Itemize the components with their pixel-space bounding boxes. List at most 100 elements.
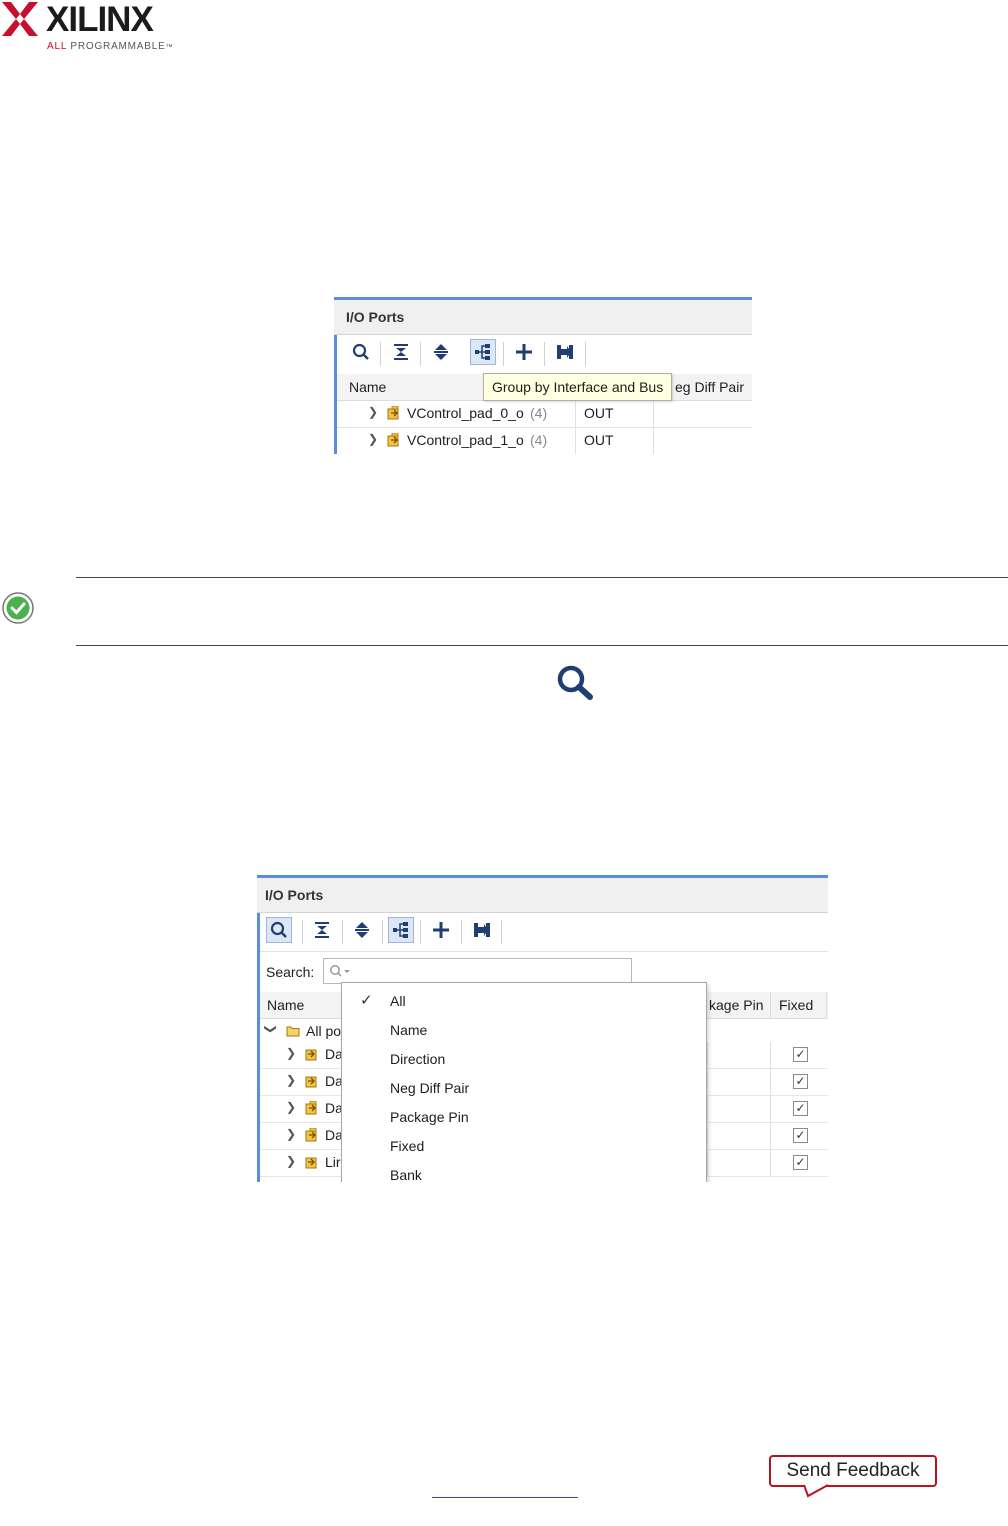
output-port-icon bbox=[387, 406, 399, 420]
note-bottom-rule bbox=[76, 645, 1008, 646]
menu-item-neg-diff-pair[interactable]: Neg Diff Pair bbox=[390, 1080, 469, 1096]
fixed-checkbox[interactable]: ✓ bbox=[793, 1047, 808, 1062]
port-name: VControl_pad_1_o bbox=[407, 432, 524, 448]
expand-all-icon bbox=[434, 344, 448, 360]
xilinx-logo: XILINX ALL PROGRAMMABLE™ bbox=[2, 0, 177, 52]
add-button[interactable] bbox=[428, 917, 454, 943]
table-row[interactable]: ❯ VControl_pad_0_o (4) OUT bbox=[337, 401, 752, 428]
expand-all-button[interactable] bbox=[349, 917, 375, 943]
toolbar-separator bbox=[585, 342, 586, 366]
export-button[interactable] bbox=[552, 339, 578, 365]
xilinx-logo-mark-icon bbox=[2, 2, 38, 36]
menu-item-name[interactable]: Name bbox=[390, 1022, 427, 1038]
toolbar-separator bbox=[503, 342, 504, 366]
column-header-fixed[interactable]: Fixed bbox=[779, 997, 813, 1013]
column-divider bbox=[707, 1096, 708, 1122]
export-button[interactable] bbox=[469, 917, 495, 943]
group-by-interface-button[interactable] bbox=[388, 917, 414, 943]
toolbar-separator bbox=[382, 920, 383, 944]
fixed-checkbox[interactable]: ✓ bbox=[793, 1128, 808, 1143]
column-divider bbox=[707, 1042, 708, 1068]
expand-all-button[interactable] bbox=[428, 339, 454, 365]
chevron-right-icon[interactable]: ❯ bbox=[286, 1073, 296, 1087]
port-name: VControl_pad_0_o bbox=[407, 405, 524, 421]
column-header-name[interactable]: Name bbox=[349, 379, 386, 395]
group-by-interface-icon bbox=[475, 344, 490, 360]
toolbar-separator bbox=[461, 920, 462, 944]
chevron-down-icon[interactable]: ❯ bbox=[264, 1024, 278, 1034]
search-dropdown-icon[interactable] bbox=[329, 964, 351, 978]
search-field-menu: ✓ All Name Direction Neg Diff Pair Packa… bbox=[341, 982, 707, 1182]
search-button[interactable] bbox=[348, 339, 374, 365]
group-by-interface-button[interactable] bbox=[470, 339, 496, 365]
output-port-icon bbox=[305, 1128, 317, 1142]
chevron-right-icon[interactable]: ❯ bbox=[368, 432, 378, 446]
check-circle-icon bbox=[2, 592, 34, 624]
collapse-all-icon bbox=[394, 344, 408, 360]
cell-divider bbox=[575, 401, 576, 427]
column-divider bbox=[770, 1069, 771, 1095]
menu-item-bank[interactable]: Bank bbox=[390, 1167, 422, 1182]
column-divider bbox=[770, 992, 771, 1018]
input-port-icon bbox=[305, 1049, 317, 1061]
column-header-package-pin[interactable]: kage Pin bbox=[709, 997, 763, 1013]
panel-title: I/O Ports bbox=[346, 309, 405, 325]
logo-tagline: ALL PROGRAMMABLE™ bbox=[47, 41, 174, 52]
cell-divider bbox=[653, 401, 654, 427]
note-top-rule bbox=[76, 577, 1008, 578]
cell-divider bbox=[653, 428, 654, 454]
collapse-all-button[interactable] bbox=[388, 339, 414, 365]
logo-wordmark: XILINX bbox=[46, 0, 154, 39]
table-row[interactable]: ❯ VControl_pad_1_o (4) OUT bbox=[337, 428, 752, 454]
collapse-all-icon bbox=[315, 922, 329, 938]
fixed-checkbox[interactable]: ✓ bbox=[793, 1155, 808, 1170]
port-count: (4) bbox=[530, 405, 548, 421]
chevron-right-icon[interactable]: ❯ bbox=[286, 1127, 296, 1141]
search-label: Search: bbox=[266, 964, 315, 980]
speech-tail-icon bbox=[804, 1484, 828, 1498]
panel-title: I/O Ports bbox=[265, 887, 324, 903]
footer-link-underline[interactable] bbox=[432, 1497, 578, 1498]
column-header-neg-diff-pair[interactable]: eg Diff Pair bbox=[675, 379, 744, 395]
menu-item-fixed[interactable]: Fixed bbox=[390, 1138, 424, 1154]
output-port-icon bbox=[387, 433, 399, 447]
search-button[interactable] bbox=[266, 917, 292, 943]
expand-all-icon bbox=[355, 922, 369, 938]
menu-item-all[interactable]: All bbox=[390, 993, 406, 1009]
input-port-icon bbox=[305, 1076, 317, 1088]
search-icon bbox=[352, 343, 369, 360]
menu-item-package-pin[interactable]: Package Pin bbox=[390, 1109, 469, 1125]
collapse-all-button[interactable] bbox=[309, 917, 335, 943]
send-feedback-button[interactable]: Send Feedback bbox=[769, 1455, 937, 1487]
export-icon bbox=[474, 923, 490, 937]
chevron-right-icon[interactable]: ❯ bbox=[286, 1154, 296, 1168]
port-direction: OUT bbox=[584, 405, 614, 421]
column-divider bbox=[707, 1123, 708, 1149]
add-button[interactable] bbox=[511, 339, 537, 365]
toolbar-separator bbox=[420, 342, 421, 366]
fixed-checkbox[interactable]: ✓ bbox=[793, 1074, 808, 1089]
column-header-name[interactable]: Name bbox=[267, 997, 304, 1013]
menu-item-direction[interactable]: Direction bbox=[390, 1051, 445, 1067]
chevron-right-icon[interactable]: ❯ bbox=[368, 405, 378, 419]
toolbar-separator bbox=[380, 342, 381, 366]
check-mark-icon: ✓ bbox=[360, 992, 373, 1009]
chevron-right-icon[interactable]: ❯ bbox=[286, 1100, 296, 1114]
io-ports-panel-1: I/O Ports Name eg Diff Pair ❯ VControl_p… bbox=[334, 297, 752, 454]
column-divider bbox=[770, 1096, 771, 1122]
fixed-checkbox[interactable]: ✓ bbox=[793, 1101, 808, 1116]
search-icon bbox=[270, 921, 287, 938]
folder-icon bbox=[286, 1026, 300, 1037]
column-divider bbox=[770, 1042, 771, 1068]
toolbar-separator bbox=[420, 920, 421, 944]
input-port-icon bbox=[305, 1157, 317, 1169]
chevron-right-icon[interactable]: ❯ bbox=[286, 1046, 296, 1060]
export-icon bbox=[557, 345, 573, 359]
column-divider bbox=[826, 992, 827, 1018]
tooltip: Group by Interface and Bus bbox=[483, 373, 673, 401]
panel-toolbar bbox=[337, 335, 752, 373]
add-icon bbox=[516, 344, 532, 360]
toolbar-separator bbox=[501, 920, 502, 944]
search-input[interactable] bbox=[323, 958, 632, 984]
search-icon bbox=[557, 665, 593, 700]
